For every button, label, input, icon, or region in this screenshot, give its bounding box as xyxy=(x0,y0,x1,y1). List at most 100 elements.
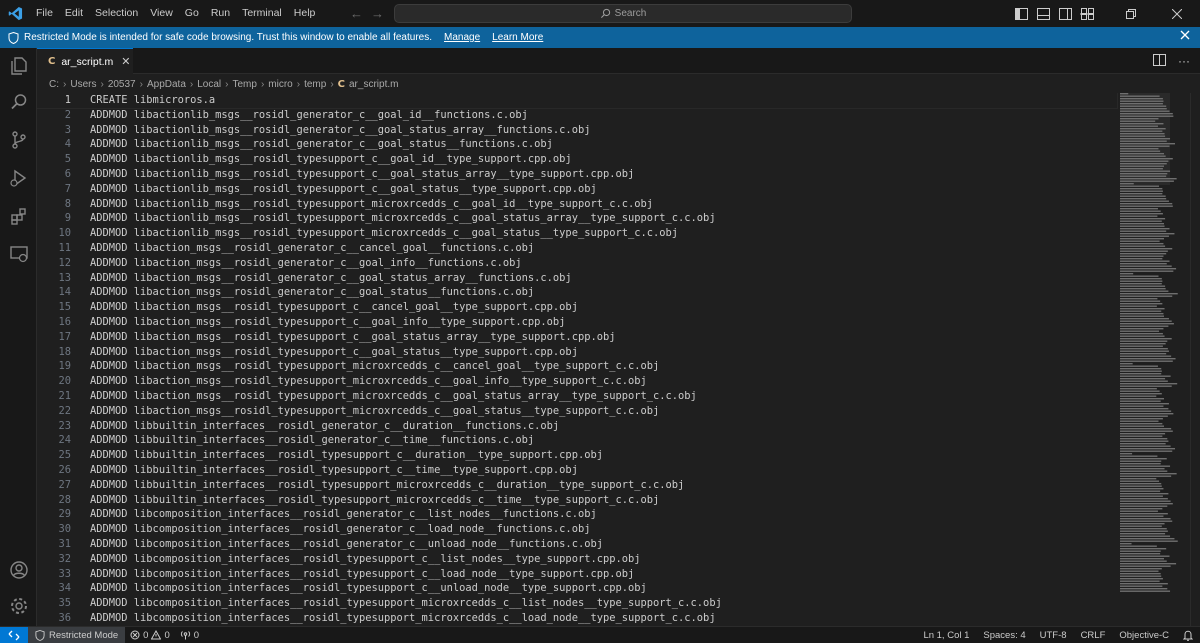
notifications-bell-icon[interactable] xyxy=(1176,630,1200,641)
breadcrumb-segment[interactable]: Temp xyxy=(232,79,256,90)
code-line[interactable]: 25 ADDMOD libbuiltin_interfaces__rosidl_t… xyxy=(37,448,1117,463)
menu-go[interactable]: Go xyxy=(179,0,205,27)
breadcrumb-segment[interactable]: AppData xyxy=(147,79,186,90)
line-number: 3 xyxy=(64,123,71,136)
code-line[interactable]: 33 ADDMOD libcomposition_interfaces__rosi… xyxy=(37,567,1117,582)
code-line[interactable]: 18 ADDMOD libaction_msgs__rosidl_typesupp… xyxy=(37,345,1117,360)
code-line[interactable]: 23 ADDMOD libbuiltin_interfaces__rosidl_g… xyxy=(37,419,1117,434)
code-line[interactable]: 31 ADDMOD libcomposition_interfaces__rosi… xyxy=(37,537,1117,552)
code-line[interactable]: 29 ADDMOD libcomposition_interfaces__rosi… xyxy=(37,507,1117,522)
code-line[interactable]: 16 ADDMOD libaction_msgs__rosidl_typesupp… xyxy=(37,315,1117,330)
breadcrumb-segment[interactable]: C: xyxy=(49,79,59,90)
minimap-line xyxy=(1120,513,1168,515)
code-line[interactable]: 36 ADDMOD libcomposition_interfaces__rosi… xyxy=(37,611,1117,626)
code-line[interactable]: 6 ADDMOD libactionlib_msgs__rosidl_typesu… xyxy=(37,167,1117,182)
more-actions-icon[interactable]: ··· xyxy=(1178,54,1190,68)
minimap-line xyxy=(1120,300,1161,302)
code-line[interactable]: 5 ADDMOD libactionlib_msgs__rosidl_typesu… xyxy=(37,152,1117,167)
code-line[interactable]: 21 ADDMOD libaction_msgs__rosidl_typesupp… xyxy=(37,389,1117,404)
code-text: ADDMOD libaction_msgs__rosidl_generator_… xyxy=(90,286,535,299)
search-view-icon[interactable] xyxy=(0,84,37,120)
problems-indicator[interactable]: 0 0 xyxy=(125,630,175,641)
code-line[interactable]: 10 ADDMOD libactionlib_msgs__rosidl_types… xyxy=(37,226,1117,241)
code-line[interactable]: 12 ADDMOD libaction_msgs__rosidl_generato… xyxy=(37,256,1117,271)
code-line[interactable]: 28 ADDMOD libbuiltin_interfaces__rosidl_t… xyxy=(37,493,1117,508)
code-line[interactable]: 30 ADDMOD libcomposition_interfaces__rosi… xyxy=(37,522,1117,537)
code-line[interactable]: 3 ADDMOD libactionlib_msgs__rosidl_genera… xyxy=(37,123,1117,138)
code-line[interactable]: 22 ADDMOD libaction_msgs__rosidl_typesupp… xyxy=(37,404,1117,419)
breadcrumb-segment[interactable]: Local xyxy=(197,79,221,90)
tab-ar-script[interactable]: C ar_script.m ✕ xyxy=(37,48,133,74)
accounts-icon[interactable] xyxy=(0,552,37,588)
breadcrumb-segment[interactable]: 20537 xyxy=(108,79,136,90)
code-line[interactable]: 32 ADDMOD libcomposition_interfaces__rosi… xyxy=(37,552,1117,567)
code-line[interactable]: 1 CREATE libmicroros.a xyxy=(37,93,1118,109)
menu-edit[interactable]: Edit xyxy=(59,0,89,27)
vertical-scrollbar[interactable] xyxy=(1190,93,1200,626)
breadcrumb-segment[interactable]: micro xyxy=(268,79,292,90)
learn-more-link[interactable]: Learn More xyxy=(492,32,543,43)
back-arrow-icon[interactable]: ← xyxy=(350,6,363,21)
code-line[interactable]: 11 ADDMOD libaction_msgs__rosidl_generato… xyxy=(37,241,1117,256)
breadcrumb-file[interactable]: ar_script.m xyxy=(349,79,398,90)
minimap-line xyxy=(1120,525,1162,527)
settings-gear-icon[interactable] xyxy=(0,588,37,624)
minimap[interactable] xyxy=(1120,93,1190,626)
code-line[interactable]: 24 ADDMOD libbuiltin_interfaces__rosidl_g… xyxy=(37,433,1117,448)
end-of-line[interactable]: CRLF xyxy=(1074,630,1113,641)
code-line[interactable]: 13 ADDMOD libaction_msgs__rosidl_generato… xyxy=(37,271,1117,286)
ports-indicator[interactable]: 0 xyxy=(175,630,204,641)
split-editor-icon[interactable] xyxy=(1153,53,1166,69)
code-line[interactable]: 27 ADDMOD libbuiltin_interfaces__rosidl_t… xyxy=(37,478,1117,493)
close-banner-icon[interactable] xyxy=(1180,30,1190,43)
indentation[interactable]: Spaces: 4 xyxy=(976,630,1032,641)
menu-terminal[interactable]: Terminal xyxy=(236,0,288,27)
code-line[interactable]: 17 ADDMOD libaction_msgs__rosidl_typesupp… xyxy=(37,330,1117,345)
minimap-line xyxy=(1120,558,1164,560)
toggle-primary-sidebar-icon[interactable] xyxy=(1013,6,1029,22)
code-editor[interactable]: 1 CREATE libmicroros.a 2 ADDMOD libactionli… xyxy=(37,93,1200,626)
menu-selection[interactable]: Selection xyxy=(89,0,144,27)
code-line[interactable]: 2 ADDMOD libactionlib_msgs__rosidl_genera… xyxy=(37,108,1117,123)
extensions-icon[interactable] xyxy=(0,198,37,234)
cursor-position[interactable]: Ln 1, Col 1 xyxy=(916,630,976,641)
minimap-line xyxy=(1120,293,1178,295)
language-mode[interactable]: Objective-C xyxy=(1112,630,1176,641)
menu-run[interactable]: Run xyxy=(205,0,236,27)
restricted-mode-indicator[interactable]: Restricted Mode xyxy=(28,626,126,643)
code-line[interactable]: 9 ADDMOD libactionlib_msgs__rosidl_typesu… xyxy=(37,211,1117,226)
code-line[interactable]: 19 ADDMOD libaction_msgs__rosidl_typesupp… xyxy=(37,359,1117,374)
line-number: 26 xyxy=(58,464,71,476)
remote-explorer-icon[interactable] xyxy=(0,236,37,272)
command-center-search[interactable]: Search xyxy=(394,4,852,23)
toggle-panel-icon[interactable] xyxy=(1035,6,1051,22)
source-control-icon[interactable] xyxy=(0,122,37,158)
encoding[interactable]: UTF-8 xyxy=(1033,630,1074,641)
explorer-icon[interactable] xyxy=(0,48,37,84)
menu-file[interactable]: File xyxy=(30,0,59,27)
manage-link[interactable]: Manage xyxy=(444,32,480,43)
code-line[interactable]: 14 ADDMOD libaction_msgs__rosidl_generato… xyxy=(37,285,1117,300)
minimize-icon[interactable] xyxy=(1062,0,1108,27)
line-number: 5 xyxy=(64,153,71,166)
close-tab-icon[interactable]: ✕ xyxy=(121,55,130,68)
breadcrumb-segment[interactable]: Users xyxy=(70,79,96,90)
remote-indicator-icon[interactable] xyxy=(0,626,28,643)
forward-arrow-icon[interactable]: → xyxy=(371,6,384,21)
menu-help[interactable]: Help xyxy=(288,0,322,27)
code-line[interactable]: 20 ADDMOD libaction_msgs__rosidl_typesupp… xyxy=(37,374,1117,389)
code-line[interactable]: 26 ADDMOD libbuiltin_interfaces__rosidl_t… xyxy=(37,463,1117,478)
minimap-line xyxy=(1120,215,1158,217)
code-line[interactable]: 15 ADDMOD libaction_msgs__rosidl_typesupp… xyxy=(37,300,1117,315)
code-line[interactable]: 34 ADDMOD libcomposition_interfaces__rosi… xyxy=(37,581,1117,596)
restore-icon[interactable] xyxy=(1108,0,1154,27)
minimap-line xyxy=(1120,123,1164,125)
code-line[interactable]: 35 ADDMOD libcomposition_interfaces__rosi… xyxy=(37,596,1117,611)
code-line[interactable]: 8 ADDMOD libactionlib_msgs__rosidl_typesu… xyxy=(37,197,1117,212)
run-debug-icon[interactable] xyxy=(0,160,37,196)
breadcrumb-segment[interactable]: temp xyxy=(304,79,326,90)
code-line[interactable]: 4 ADDMOD libactionlib_msgs__rosidl_genera… xyxy=(37,137,1117,152)
menu-view[interactable]: View xyxy=(144,0,179,27)
close-window-icon[interactable] xyxy=(1154,0,1200,27)
code-line[interactable]: 7 ADDMOD libactionlib_msgs__rosidl_typesu… xyxy=(37,182,1117,197)
